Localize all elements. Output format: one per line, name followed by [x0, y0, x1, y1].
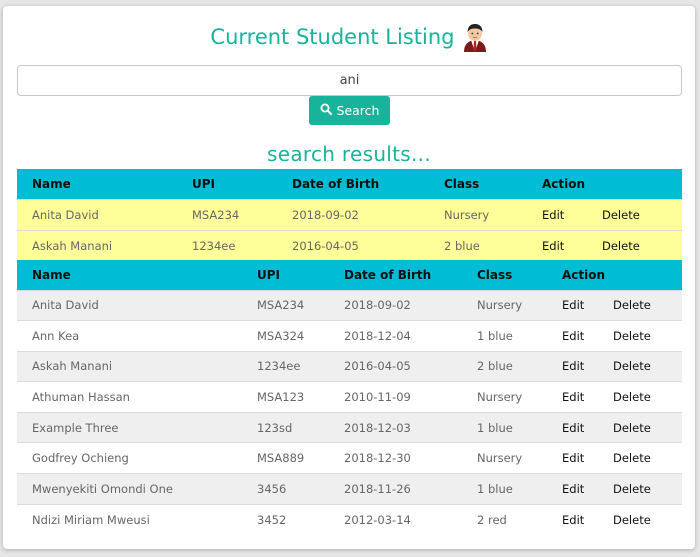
cell-class: 1 blue [462, 320, 547, 352]
table-header-row: Name UPI Date of Birth Class Action [17, 169, 683, 199]
cell-name: Example Three [17, 411, 242, 443]
table-header-row: Name UPI Date of Birth Class Action [17, 260, 683, 290]
delete-link[interactable]: Delete [598, 289, 683, 321]
edit-link[interactable]: Edit [547, 411, 598, 443]
cell-name: Ndizi Miriam Mweusi [17, 503, 242, 535]
delete-link[interactable]: Delete [587, 229, 683, 261]
cell-upi: MSA123 [242, 381, 329, 413]
edit-link[interactable]: Edit [547, 320, 598, 352]
edit-link[interactable]: Edit [547, 503, 598, 535]
cell-name: Godfrey Ochieng [17, 442, 242, 474]
delete-link[interactable]: Delete [598, 503, 683, 535]
table-row: Askah Manani 1234ee 2016-04-05 2 blue Ed… [17, 229, 683, 261]
edit-link[interactable]: Edit [527, 229, 587, 261]
cell-dob: 2018-09-02 [277, 198, 429, 230]
cell-name: Athuman Hassan [17, 381, 242, 413]
cell-upi: 1234ee [177, 229, 277, 261]
column-header-class: Class [429, 169, 527, 199]
column-header-upi: UPI [242, 260, 329, 290]
search-button-label: Search [336, 103, 380, 118]
cell-dob: 2018-09-02 [329, 289, 462, 321]
page-header: Current Student Listing [3, 22, 695, 58]
cell-dob: 2010-11-09 [329, 381, 462, 413]
delete-link[interactable]: Delete [598, 442, 683, 474]
cell-dob: 2018-11-26 [329, 473, 462, 505]
cell-dob: 2012-03-14 [329, 503, 462, 535]
table-row: Example Three 123sd 2018-12-03 1 blue Ed… [17, 411, 683, 443]
cell-upi: MSA889 [242, 442, 329, 474]
results-heading: search results... [267, 142, 431, 166]
delete-link[interactable]: Delete [598, 350, 683, 382]
table-row: Athuman Hassan MSA123 2010-11-09 Nursery… [17, 381, 683, 413]
cell-name: Ann Kea [17, 320, 242, 352]
cell-class: 1 blue [462, 473, 547, 505]
column-header-action: Action [547, 260, 683, 290]
all-students-table: Name UPI Date of Birth Class Action Anit… [17, 260, 683, 535]
edit-link[interactable]: Edit [547, 289, 598, 321]
edit-link[interactable]: Edit [527, 198, 587, 230]
cell-dob: 2018-12-04 [329, 320, 462, 352]
column-header-name: Name [17, 169, 177, 199]
table-row: Anita David MSA234 2018-09-02 Nursery Ed… [17, 289, 683, 321]
search-results-table: Name UPI Date of Birth Class Action Anit… [17, 169, 683, 261]
student-listing-panel: Current Student Listing Search search re… [3, 6, 695, 549]
cell-class: Nursery [429, 198, 527, 230]
cell-upi: 3456 [242, 473, 329, 505]
cell-upi: MSA234 [242, 289, 329, 321]
cell-dob: 2016-04-05 [329, 350, 462, 382]
delete-link[interactable]: Delete [598, 381, 683, 413]
cell-upi: 123sd [242, 411, 329, 443]
search-input[interactable] [17, 65, 682, 96]
delete-link[interactable]: Delete [598, 411, 683, 443]
student-avatar-icon [462, 22, 488, 52]
cell-class: 2 red [462, 503, 547, 535]
table-row: Ndizi Miriam Mweusi 3452 2012-03-14 2 re… [17, 503, 683, 535]
cell-upi: 1234ee [242, 350, 329, 382]
table-row: Godfrey Ochieng MSA889 2018-12-30 Nurser… [17, 442, 683, 474]
cell-class: Nursery [462, 442, 547, 474]
cell-upi: MSA324 [242, 320, 329, 352]
cell-name: Askah Manani [17, 350, 242, 382]
edit-link[interactable]: Edit [547, 473, 598, 505]
cell-class: 2 blue [462, 350, 547, 382]
cell-upi: MSA234 [177, 198, 277, 230]
delete-link[interactable]: Delete [598, 320, 683, 352]
cell-name: Anita David [17, 198, 177, 230]
edit-link[interactable]: Edit [547, 442, 598, 474]
cell-dob: 2016-04-05 [277, 229, 429, 261]
search-button[interactable]: Search [309, 96, 390, 125]
cell-name: Anita David [17, 289, 242, 321]
edit-link[interactable]: Edit [547, 350, 598, 382]
edit-link[interactable]: Edit [547, 381, 598, 413]
delete-link[interactable]: Delete [598, 473, 683, 505]
cell-upi: 3452 [242, 503, 329, 535]
cell-class: Nursery [462, 289, 547, 321]
cell-class: 2 blue [429, 229, 527, 261]
cell-class: 1 blue [462, 411, 547, 443]
table-row: Askah Manani 1234ee 2016-04-05 2 blue Ed… [17, 350, 683, 382]
delete-link[interactable]: Delete [587, 198, 683, 230]
table-row: Ann Kea MSA324 2018-12-04 1 blue Edit De… [17, 320, 683, 352]
search-icon [320, 103, 332, 118]
table-row: Anita David MSA234 2018-09-02 Nursery Ed… [17, 198, 683, 230]
column-header-class: Class [462, 260, 547, 290]
column-header-action: Action [527, 169, 683, 199]
cell-class: Nursery [462, 381, 547, 413]
table-row: Mwenyekiti Omondi One 3456 2018-11-26 1 … [17, 473, 683, 505]
page-title: Current Student Listing [210, 25, 455, 49]
column-header-name: Name [17, 260, 242, 290]
column-header-dob: Date of Birth [329, 260, 462, 290]
column-header-dob: Date of Birth [277, 169, 429, 199]
cell-name: Mwenyekiti Omondi One [17, 473, 242, 505]
cell-dob: 2018-12-03 [329, 411, 462, 443]
cell-name: Askah Manani [17, 229, 177, 261]
cell-dob: 2018-12-30 [329, 442, 462, 474]
column-header-upi: UPI [177, 169, 277, 199]
